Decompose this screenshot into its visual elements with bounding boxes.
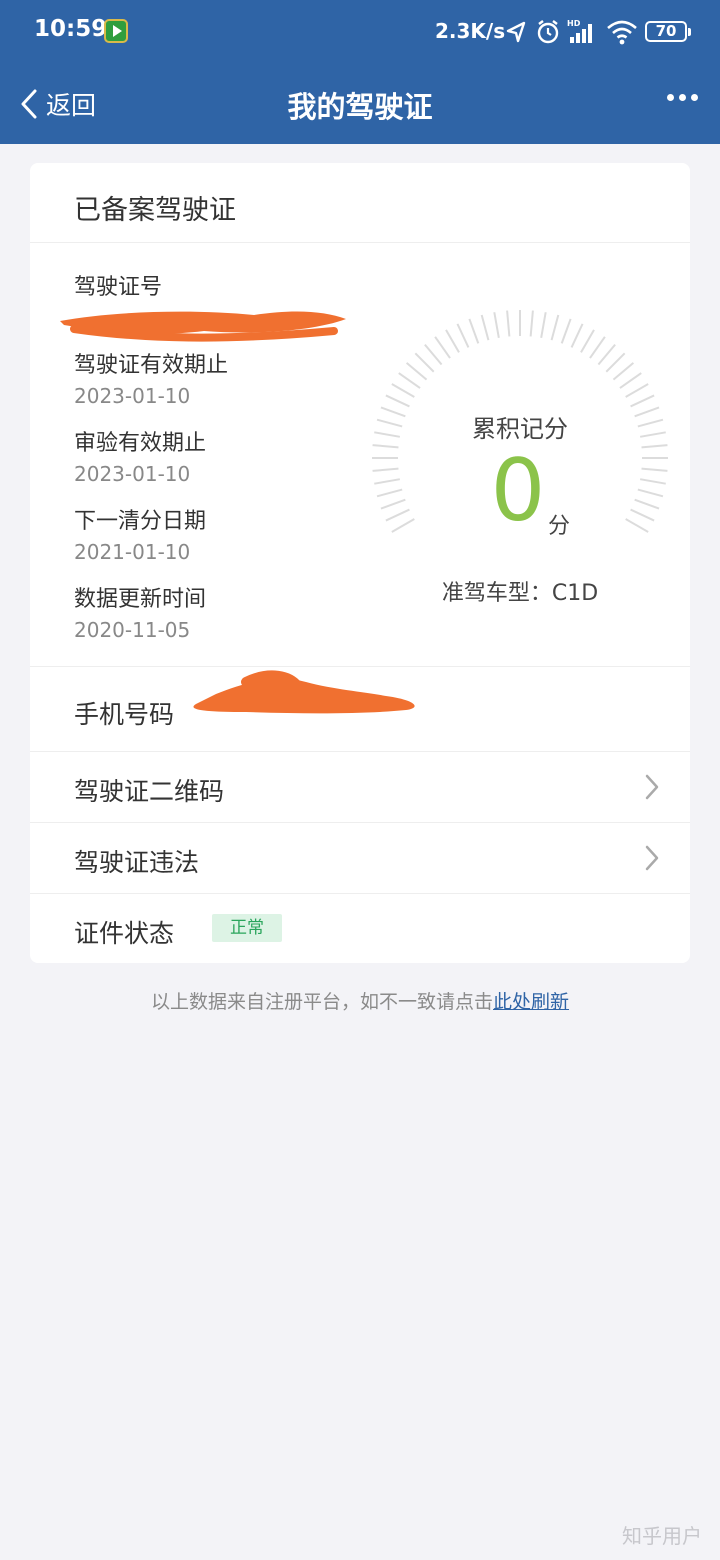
phone-row: 手机号码 [30,666,690,751]
gauge-tick [468,318,480,344]
gauge-tick [414,352,435,373]
update-time-value: 2020-11-05 [74,618,191,642]
update-time-label: 数据更新时间 [74,587,207,612]
gauge-tick [560,318,572,344]
status-time: 10:59 [34,16,108,42]
gauge-tick [589,336,606,359]
gauge-tick [391,383,415,398]
license-expiry-label: 驾驶证有效期止 [74,353,229,378]
points-label: 累积记分 [472,415,568,443]
status-row: 证件状态 [30,893,690,963]
redaction-mark [60,311,346,342]
footnote-text: 以上数据来自注册平台，如不一致请点击 [150,991,493,1013]
svg-text:HD: HD [567,19,581,28]
redaction-mark [193,670,415,714]
more-dot [691,94,698,101]
gauge-tick [639,478,666,485]
footnote: 以上数据来自注册平台，如不一致请点击此处刷新 [0,987,720,1014]
chevron-right-icon [645,845,659,871]
inspection-expiry-value: 2023-01-10 [74,462,191,486]
gauge-tick [376,488,403,498]
watermark: 知乎用户 [622,1524,702,1548]
status-label: 证件状态 [74,919,175,948]
gauge-tick [529,310,534,337]
status-badge: 正常 [212,914,282,942]
gauge-tick [380,498,406,510]
gauge-tick [580,329,595,353]
gauge-tick [372,467,399,472]
gauge-tick [398,372,421,389]
license-expiry-value: 2023-01-10 [74,384,191,408]
gauge-tick [550,314,560,341]
gauge-tick [391,518,415,533]
gauge-tick [641,467,668,472]
gauge-tick [641,444,668,449]
license-card: 已备案驾驶证 驾驶证号 驾驶证有效期止 2023-01-10 审验有效期止 20… [30,163,690,963]
phone-label: 手机号码 [74,700,175,729]
gauge-tick [424,343,443,366]
more-dot [679,94,686,101]
gauge-tick [385,508,410,522]
gauge-tick [372,444,399,449]
qr-code-label: 驾驶证二维码 [74,777,225,806]
card-title: 已备案驾驶证 [74,195,236,226]
app-video-icon [104,19,128,43]
qr-code-row[interactable]: 驾驶证二维码 [30,751,690,822]
divider [30,242,690,243]
location-arrow-icon [506,21,526,43]
points-unit: 分 [548,514,571,539]
page-title: 我的驾驶证 [287,90,433,124]
gauge-tick [480,314,490,341]
inspection-expiry-label: 审验有效期止 [74,431,207,456]
next-clear-date-label: 下一清分日期 [74,509,207,534]
gauge-tick [597,343,616,366]
gauge-tick [634,498,660,510]
gauge-tick [570,323,584,348]
gauge-tick [506,310,511,337]
license-type: 准驾车型：C1D [441,581,599,606]
gauge-tick [612,362,635,381]
license-number-label: 驾驶证号 [74,275,163,300]
violation-row[interactable]: 驾驶证违法 [30,822,690,893]
wifi-icon [607,20,637,45]
gauge-tick [625,518,649,533]
gauge-tick [540,312,547,339]
gauge-tick [630,508,655,522]
alarm-icon [537,20,559,44]
gauge-tick [434,336,451,359]
next-clear-date-value: 2021-01-10 [74,540,191,564]
navigation-bar: 返回 我的驾驶证 [0,64,720,144]
battery-icon: 70 [645,21,691,42]
gauge-tick [405,362,428,381]
gauge-tick [630,394,655,408]
gauge-tick [385,394,410,408]
more-dots-icon [667,94,674,101]
top-header: 10:59 2.3K/s HD 70 返回 我的驾驶证 [0,0,720,144]
network-speed: 2.3K/s [435,19,506,43]
gauge-tick [374,478,401,485]
refresh-link[interactable]: 此处刷新 [493,991,569,1013]
gauge-tick [605,352,626,373]
gauge-tick [445,329,460,353]
status-bar: 10:59 2.3K/s HD 70 [0,0,720,64]
gauge-tick [637,488,664,498]
gauge-tick [456,323,470,348]
hd-signal-icon: HD [567,19,592,43]
gauge-tick [625,383,649,398]
points-value: 0 [490,441,546,541]
chevron-right-icon [645,774,659,800]
gauge-tick [493,312,500,339]
more-menu-button[interactable] [667,94,698,101]
violation-label: 驾驶证违法 [74,848,200,877]
gauge-tick [619,372,642,389]
